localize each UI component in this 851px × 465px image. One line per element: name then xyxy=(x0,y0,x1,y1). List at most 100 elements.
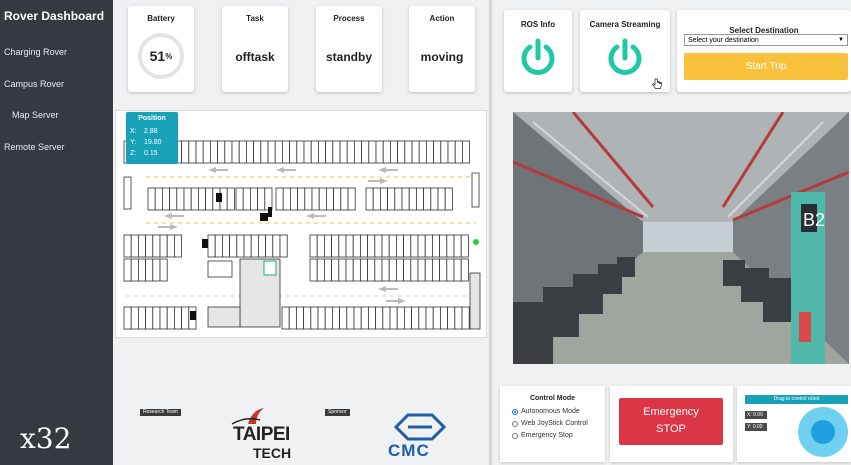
parking-slot xyxy=(433,140,442,164)
start-trip-button[interactable]: Start Trip xyxy=(684,53,848,80)
parking-slot xyxy=(264,187,273,211)
mode-option-emergency[interactable]: Emergency Stop xyxy=(512,432,573,439)
action-value: moving xyxy=(420,50,464,64)
radio-icon[interactable] xyxy=(512,420,518,427)
parking-slot xyxy=(368,140,377,164)
parking-slot xyxy=(130,258,139,282)
sidebar-item-campus-rover[interactable]: Campus Rover xyxy=(4,79,64,89)
parking-slot xyxy=(235,187,244,211)
parking-slot xyxy=(374,258,383,282)
parking-slot xyxy=(424,234,433,258)
ros-info-power-icon[interactable] xyxy=(517,37,559,79)
parking-slot xyxy=(352,234,361,258)
chevron-down-icon: ▼ xyxy=(838,37,844,43)
emergency-line2: STOP xyxy=(656,423,686,435)
joystick-handle[interactable] xyxy=(811,420,835,444)
parking-slot xyxy=(214,234,223,258)
parking-slot xyxy=(396,306,405,330)
battery-label: Battery xyxy=(147,14,175,23)
radio-icon[interactable] xyxy=(512,432,518,439)
parking-slot xyxy=(361,140,370,164)
joystick-title: Drag to control robot xyxy=(745,395,848,404)
parking-slot xyxy=(346,306,355,330)
parking-slot xyxy=(423,187,432,211)
parking-slot xyxy=(123,258,132,282)
cursor-hand-icon xyxy=(652,78,662,89)
parking-slot xyxy=(296,140,305,164)
parking-slot xyxy=(265,234,274,258)
parking-slot xyxy=(347,187,356,211)
camera-streaming-power-icon[interactable] xyxy=(604,37,646,79)
parking-slot xyxy=(395,234,404,258)
destination-select[interactable]: Select your destination ▼ xyxy=(684,34,848,46)
parking-slot xyxy=(323,234,332,258)
process-card: Process standby xyxy=(316,6,382,92)
emergency-stop-button[interactable]: Emergency STOP xyxy=(619,398,723,445)
parking-slot xyxy=(323,258,332,282)
parking-slot xyxy=(346,140,355,164)
battery-gauge: 51% xyxy=(138,33,184,79)
parking-slot xyxy=(130,234,139,258)
sidebar-item-map-server[interactable]: Map Server xyxy=(12,110,59,120)
mode-option-label: Autonomous Mode xyxy=(521,408,580,415)
parking-slot xyxy=(353,140,362,164)
parking-slot xyxy=(446,258,455,282)
parking-slot xyxy=(257,234,266,258)
mode-option-autonomous[interactable]: Autonomous Mode xyxy=(512,408,580,415)
parking-slot xyxy=(411,306,420,330)
parking-slot xyxy=(282,187,291,211)
radio-selected-icon[interactable] xyxy=(512,408,518,415)
parking-slot xyxy=(137,234,146,258)
position-x-label: X: xyxy=(130,128,137,135)
sidebar-footer-label: x32 xyxy=(20,422,72,455)
parking-slot xyxy=(303,306,312,330)
tech-logo-text: TECH xyxy=(253,445,292,461)
parking-slot xyxy=(372,187,381,211)
parking-slot xyxy=(198,187,207,211)
parking-slot xyxy=(226,187,235,211)
parking-slot xyxy=(411,140,420,164)
parking-slot xyxy=(154,187,163,211)
parking-slot xyxy=(375,306,384,330)
column-divider xyxy=(489,0,492,465)
camera-stream-view: B2 xyxy=(513,112,849,364)
parking-slot xyxy=(375,140,384,164)
control-mode-card: Control Mode Autonomous Mode Web JoyStic… xyxy=(500,386,605,462)
sidebar-item-remote-server[interactable]: Remote Server xyxy=(4,142,65,152)
sidebar-item-charging-rover[interactable]: Charging Rover xyxy=(4,47,67,57)
parking-slot xyxy=(381,258,390,282)
parking-slot xyxy=(162,187,171,211)
parking-slot xyxy=(460,234,469,258)
parking-slot xyxy=(272,234,281,258)
parking-slot xyxy=(388,258,397,282)
ros-info-label: ROS Info xyxy=(520,20,556,29)
position-y: Y: 19.80 xyxy=(130,139,162,146)
parking-slot xyxy=(387,187,396,211)
parking-slot xyxy=(289,140,298,164)
parking-slot xyxy=(382,140,391,164)
action-label: Action xyxy=(429,14,455,23)
parking-slot xyxy=(432,306,441,330)
parking-slot xyxy=(403,306,412,330)
position-readout: Position X: 2.88 Y: 19.80 Z: 0.15 xyxy=(126,112,178,164)
parking-slot xyxy=(325,187,334,211)
process-value: standby xyxy=(325,50,372,64)
parking-slot xyxy=(331,234,340,258)
parking-slot xyxy=(437,187,446,211)
parking-slot xyxy=(317,140,326,164)
task-value: offtask xyxy=(235,50,275,64)
parking-slot xyxy=(137,258,146,282)
parking-slot xyxy=(236,234,245,258)
taipei-tech-logo-icon xyxy=(231,408,264,425)
position-y-value: 19.80 xyxy=(144,139,162,146)
parking-slot xyxy=(249,187,258,211)
parking-slot xyxy=(379,187,388,211)
parking-slot xyxy=(169,187,178,211)
parking-slot xyxy=(205,187,214,211)
mode-option-joystick[interactable]: Web JoyStick Control xyxy=(512,420,588,427)
parking-slot xyxy=(311,187,320,211)
parking-slot xyxy=(174,234,183,258)
parking-slot xyxy=(418,306,427,330)
parking-slot xyxy=(417,258,426,282)
parking-slot xyxy=(274,140,283,164)
